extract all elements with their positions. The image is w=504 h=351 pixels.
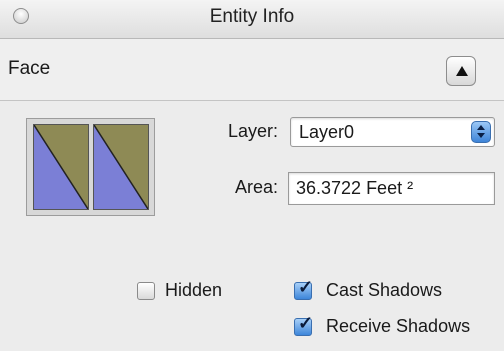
entity-header: Face [0,39,504,101]
receive-shadows-checkbox[interactable]: ✓ [294,314,313,336]
area-label: Area: [234,177,278,197]
area-value: 36.3722 Feet ² [296,178,414,198]
entity-type-label: Face [8,58,51,79]
title-bar: Entity Info [0,0,504,39]
hidden-label[interactable]: Hidden [165,280,222,301]
triangle-up-icon [456,66,468,76]
select-arrows-icon[interactable] [471,121,491,143]
material-swatches [26,118,155,216]
checkmark-icon: ✓ [298,277,314,297]
area-field: 36.3722 Feet ² [288,172,495,205]
collapse-toggle-button[interactable] [446,56,476,86]
layer-value: Layer0 [299,122,355,142]
layer-label: Layer: [227,121,278,141]
window-title: Entity Info [209,6,295,27]
receive-shadows-label[interactable]: Receive Shadows [326,316,470,337]
front-material-swatch[interactable] [33,124,89,210]
cast-shadows-checkbox[interactable]: ✓ [294,278,313,300]
cast-shadows-label[interactable]: Cast Shadows [326,280,442,301]
layer-select[interactable]: Layer0 [290,117,495,147]
back-material-swatch[interactable] [93,124,149,210]
checkmark-icon: ✓ [298,313,314,333]
hidden-checkbox[interactable] [137,282,155,300]
